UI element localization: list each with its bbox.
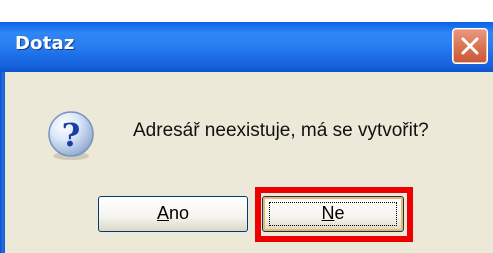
window-border	[0, 72, 5, 253]
yes-button-label: no	[168, 203, 190, 223]
message-text: Adresář neexistuje, má se vytvořit?	[133, 120, 429, 141]
yes-button-mnemonic: A	[156, 203, 169, 223]
question-icon: ?	[48, 111, 94, 160]
yes-button[interactable]: Ano	[98, 196, 248, 232]
title-bar[interactable]: Dotaz	[0, 22, 493, 72]
svg-text:?: ?	[62, 116, 81, 154]
close-icon	[461, 37, 479, 55]
dialog-title: Dotaz	[15, 33, 75, 54]
question-dialog: Dotaz ? Adresář neexistuje, má se vytvoř…	[0, 0, 493, 253]
close-button[interactable]	[452, 28, 488, 64]
highlight-box	[255, 187, 413, 242]
